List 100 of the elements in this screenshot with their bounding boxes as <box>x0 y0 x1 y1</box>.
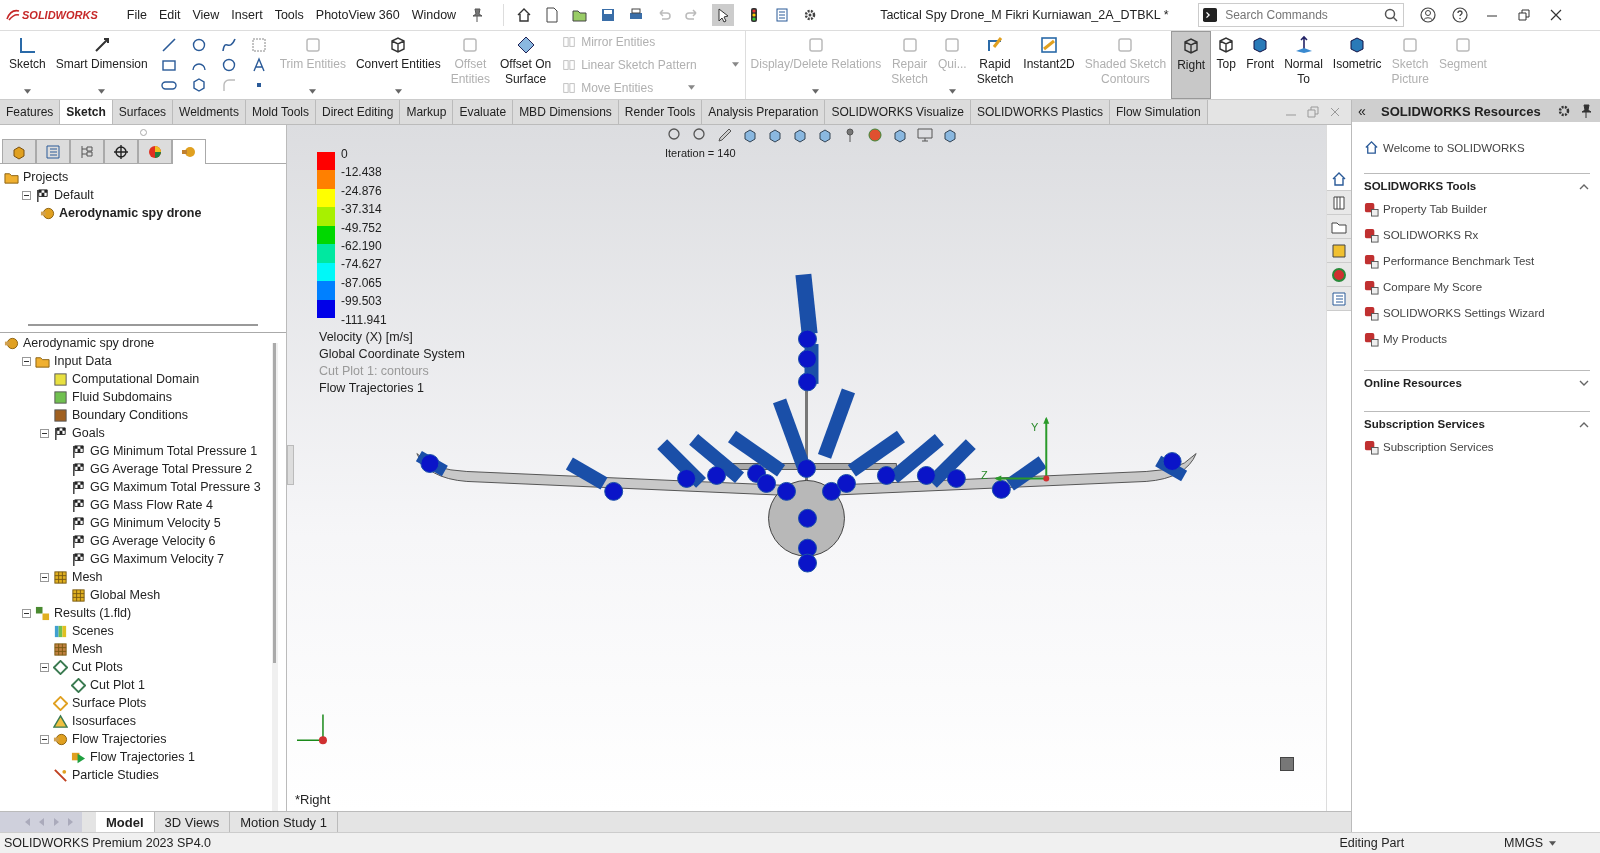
ribbon-tab[interactable]: SOLIDWORKS Plastics <box>970 100 1110 124</box>
search-field[interactable]: Search Commands <box>1223 7 1378 23</box>
tree-item[interactable]: Surface Plots <box>72 696 147 710</box>
chevron-icon[interactable] <box>1578 420 1590 428</box>
menu-item[interactable]: PhotoView 360 <box>310 8 405 22</box>
ribbon-button[interactable]: Top <box>1211 31 1242 99</box>
cube-icon[interactable] <box>767 127 783 143</box>
cube-icon[interactable] <box>942 127 958 143</box>
caret-icon[interactable] <box>23 89 31 94</box>
collapse-box-icon[interactable] <box>40 734 49 744</box>
ribbon-button[interactable]: Normal To <box>1279 31 1328 99</box>
tree-item[interactable]: Aerodynamic spy drone <box>59 206 202 220</box>
tree-item[interactable]: Default <box>54 188 94 202</box>
rectangle-icon[interactable] <box>160 57 177 73</box>
home-icon[interactable] <box>516 7 533 23</box>
section-title[interactable]: Subscription Services <box>1364 418 1485 430</box>
task-pane-tab[interactable] <box>1327 239 1351 263</box>
collapse-box-icon[interactable] <box>40 572 49 582</box>
task-pane-tab[interactable] <box>1327 263 1351 287</box>
resource-link[interactable]: SOLIDWORKS Rx <box>1383 229 1479 241</box>
caret-icon[interactable] <box>1549 840 1556 846</box>
tree-item[interactable]: Flow Trajectories <box>72 732 167 746</box>
cube-icon[interactable] <box>792 127 808 143</box>
ribbon-tab[interactable]: MBD Dimensions <box>513 100 619 124</box>
cursor-icon[interactable] <box>712 4 735 26</box>
ribbon-button[interactable]: Smart Dimension <box>50 31 153 99</box>
caret-icon[interactable] <box>394 89 402 94</box>
collapse-box-icon[interactable] <box>40 662 49 672</box>
menu-item[interactable]: Edit <box>153 8 186 22</box>
polygon-icon[interactable] <box>190 77 207 93</box>
resource-link[interactable]: My Products <box>1383 333 1447 345</box>
collapse-button[interactable]: « <box>1358 103 1366 119</box>
chevron-icon[interactable] <box>1578 182 1590 190</box>
resource-link[interactable]: Compare My Score <box>1383 281 1483 293</box>
ribbon-button[interactable]: Front <box>1241 31 1280 99</box>
search-icon[interactable] <box>1383 7 1400 23</box>
section-title[interactable]: Online Resources <box>1364 377 1462 389</box>
ribbon-tab[interactable]: Surfaces <box>112 100 174 124</box>
menu-item[interactable]: View <box>187 8 225 22</box>
chevron-icon[interactable] <box>1578 379 1590 387</box>
collapse-box-icon[interactable] <box>22 608 31 618</box>
tree-item[interactable]: GG Maximum Velocity 7 <box>90 552 225 566</box>
tree-item[interactable]: Aerodynamic spy drone <box>23 336 155 350</box>
user-icon[interactable] <box>1420 7 1437 23</box>
zoom-area-icon[interactable] <box>692 127 708 143</box>
help-icon[interactable] <box>1452 7 1469 23</box>
ribbon-tab[interactable]: Direct Editing <box>316 100 401 124</box>
tree-item[interactable]: Global Mesh <box>90 588 161 602</box>
collapse-box-icon[interactable] <box>22 190 31 200</box>
open-folder-icon[interactable] <box>572 7 589 23</box>
ribbon-tab[interactable]: Sketch <box>60 100 113 124</box>
panel-tab[interactable] <box>104 139 138 163</box>
ribbon-button[interactable]: Offset On Surface <box>495 31 557 99</box>
line-icon[interactable] <box>160 37 177 53</box>
spline-icon[interactable] <box>220 37 237 53</box>
text-icon[interactable] <box>250 57 267 73</box>
cube-icon[interactable] <box>817 127 833 143</box>
tree-item[interactable]: Boundary Conditions <box>72 408 189 422</box>
tree-item[interactable]: Input Data <box>54 354 112 368</box>
resource-link[interactable]: Property Tab Builder <box>1383 203 1487 215</box>
tree-item[interactable]: GG Minimum Total Pressure 1 <box>90 444 258 458</box>
menu-item[interactable]: Tools <box>269 8 309 22</box>
monitor-icon[interactable] <box>917 127 933 143</box>
ribbon-tab[interactable]: Markup <box>400 100 454 124</box>
tree-item[interactable]: Particle Studies <box>72 768 159 782</box>
tree-item[interactable]: Results (1.fld) <box>54 606 132 620</box>
menu-item[interactable]: Window <box>406 8 462 22</box>
task-pane-tab[interactable] <box>1327 215 1351 239</box>
tree-item[interactable]: Projects <box>23 170 69 184</box>
ribbon-button[interactable]: Instant2D <box>1018 31 1080 99</box>
scrollbar[interactable] <box>272 343 278 811</box>
ribbon-tab[interactable]: Flow Simulation <box>1109 100 1208 124</box>
tree-item[interactable]: GG Maximum Total Pressure 3 <box>90 480 261 494</box>
tree-item[interactable]: Fluid Subdomains <box>72 390 173 404</box>
ribbon-tab[interactable]: Features <box>0 100 61 124</box>
welcome-link[interactable]: Welcome to SOLIDWORKS <box>1383 141 1525 154</box>
zoom-fit-icon[interactable] <box>667 127 683 143</box>
ribbon-tab[interactable]: Weldments <box>173 100 246 124</box>
ribbon-button[interactable]: Sketch <box>4 31 51 99</box>
tree-item[interactable]: GG Average Velocity 6 <box>90 534 216 548</box>
section-title[interactable]: SOLIDWORKS Tools <box>1364 180 1477 192</box>
ribbon-button[interactable]: Right <box>1171 31 1212 99</box>
ribbon-tab[interactable]: Analysis Preparation <box>702 100 826 124</box>
menu-item[interactable]: Insert <box>226 8 268 22</box>
tree-item[interactable]: Goals <box>72 426 105 440</box>
menu-item[interactable]: File <box>121 8 152 22</box>
settings-icon[interactable] <box>1556 103 1572 119</box>
ribbon-button[interactable]: Isometric <box>1327 31 1387 99</box>
tree-item[interactable]: Flow Trajectories 1 <box>90 750 195 764</box>
ribbon-tab[interactable]: Render Tools <box>618 100 703 124</box>
tree-item[interactable]: Cut Plots <box>72 660 123 674</box>
task-pane-tab[interactable] <box>1327 191 1351 215</box>
save-icon[interactable] <box>600 7 617 23</box>
cube-icon[interactable] <box>742 127 758 143</box>
tree-item[interactable]: Isosurfaces <box>72 714 136 728</box>
ellipse-icon[interactable] <box>220 57 237 73</box>
tree-item[interactable]: Mesh <box>72 642 103 656</box>
new-document-icon[interactable] <box>544 7 561 23</box>
restore-icon[interactable] <box>1516 7 1533 23</box>
sphere-icon[interactable] <box>867 127 883 143</box>
